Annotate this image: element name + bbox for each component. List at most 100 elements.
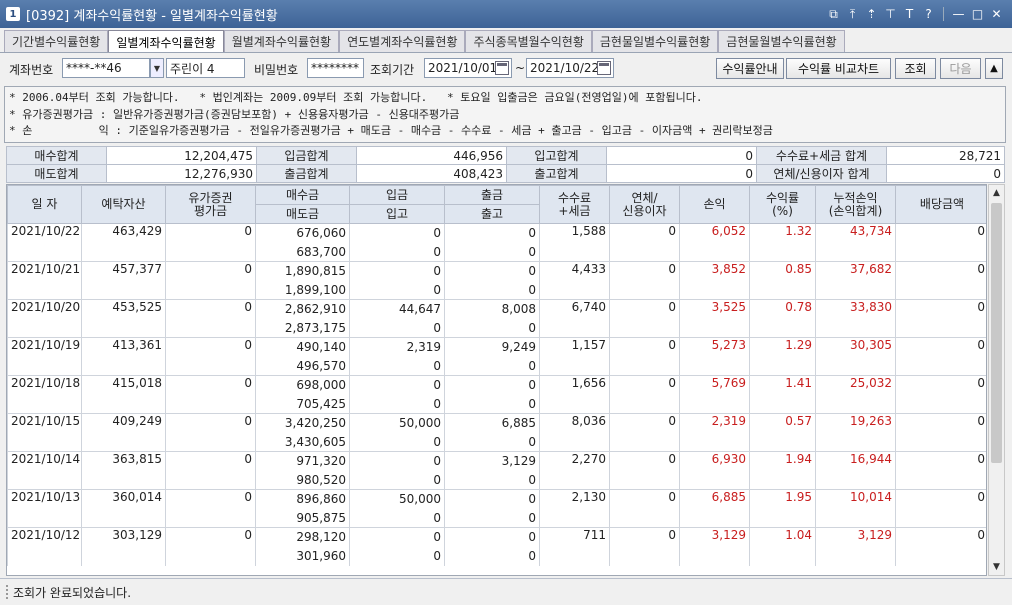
link-icon[interactable]: ⧉ xyxy=(826,5,841,22)
scroll-up-icon[interactable]: ▲ xyxy=(989,185,1004,201)
close-icon[interactable]: ✕ xyxy=(989,5,1004,22)
cell-deposit-asset: 453,525 xyxy=(81,299,166,338)
tab-daily-account-return[interactable]: 일별계좌수익률현황 xyxy=(108,30,224,53)
withdraw-total-label: 출금합계 xyxy=(256,164,357,183)
cell-withdraw: 0 xyxy=(444,261,540,281)
table-row[interactable]: 2021/10/18 415,018 0 698,000 0 0 1,656 0 5,769 1.… xyxy=(7,375,986,414)
cell-withdraw: 0 xyxy=(444,375,540,395)
table-row[interactable]: 2021/10/19 413,361 0 490,140 2,319 9,249 1,157… xyxy=(7,337,986,376)
header-withdraw[interactable]: 출금 xyxy=(444,185,540,205)
cell-return-rate: 0.85 xyxy=(749,261,816,300)
cell-withdraw: 3,129 xyxy=(444,451,540,471)
header-return-rate[interactable]: 수익률 (%) xyxy=(749,185,816,224)
table-row[interactable]: 2021/10/12 303,129 0 298,120 0 0 711 0 3,129 1.04… xyxy=(7,527,986,566)
header-stock-in[interactable]: 입고 xyxy=(349,204,445,224)
next-button[interactable]: 다음 xyxy=(940,58,981,79)
pin-icon[interactable]: ⤒ xyxy=(845,5,860,22)
table-row[interactable]: 2021/10/21 457,377 0 1,890,815 0 0 4,433 0 3,852… xyxy=(7,261,986,300)
help-button[interactable]: ? xyxy=(921,5,936,22)
cell-date: 2021/10/19 xyxy=(7,337,82,376)
cell-dividend: 0 xyxy=(895,413,986,452)
thumbtack-icon[interactable]: ⊤ xyxy=(883,5,898,22)
cell-sell: 3,430,605 xyxy=(255,432,350,452)
cell-fee-tax: 8,036 xyxy=(539,413,610,452)
date-from-field[interactable]: 2021/10/01 xyxy=(424,58,512,78)
cell-cum-pnl: 33,830 xyxy=(815,299,896,338)
cell-fee-tax: 2,130 xyxy=(539,489,610,528)
cell-dividend: 0 xyxy=(895,451,986,490)
cell-buy: 1,890,815 xyxy=(255,261,350,281)
cell-withdraw: 6,885 xyxy=(444,413,540,433)
tab-yearly-account-return[interactable]: 연도별계좌수익률현황 xyxy=(339,30,466,52)
return-guide-button[interactable]: 수익률안내 xyxy=(716,58,784,79)
header-fee-tax[interactable]: 수수료 +세금 xyxy=(539,185,610,224)
header-dividend[interactable]: 배당금액 xyxy=(895,185,986,224)
account-dropdown-button[interactable]: ▼ xyxy=(150,58,164,78)
calendar-icon[interactable] xyxy=(495,61,509,75)
header-securities-eval[interactable]: 유가증권 평가금 xyxy=(165,185,256,224)
table-row[interactable]: 2021/10/13 360,014 0 896,860 50,000 0 2,130 0 6,… xyxy=(7,489,986,528)
cell-buy: 3,420,250 xyxy=(255,413,350,433)
grid-vertical-scrollbar[interactable]: ▲ ▼ xyxy=(988,184,1005,576)
header-pnl[interactable]: 손익 xyxy=(679,185,750,224)
status-bar: 조회가 완료되었습니다. xyxy=(0,578,1012,605)
cell-stock-in: 0 xyxy=(349,280,445,300)
table-row[interactable]: 2021/10/22 463,429 0 676,060 0 0 1,588 0 6,052 1.… xyxy=(7,223,986,262)
collapse-up-button[interactable]: ▲ xyxy=(985,58,1003,79)
cell-deposit: 50,000 xyxy=(349,489,445,509)
header-buy[interactable]: 매수금 xyxy=(255,185,350,205)
header-date[interactable]: 일 자 xyxy=(7,185,82,224)
cell-fee-tax: 2,270 xyxy=(539,451,610,490)
table-row[interactable]: 2021/10/14 363,815 0 971,320 0 3,129 2,270 0 6,9… xyxy=(7,451,986,490)
return-compare-chart-button[interactable]: 수익률 비교차트 xyxy=(786,58,891,79)
upload-icon[interactable]: ⇡ xyxy=(864,5,879,22)
cell-buy: 971,320 xyxy=(255,451,350,471)
calendar-icon[interactable] xyxy=(597,61,611,75)
header-interest[interactable]: 연체/ 신용이자 xyxy=(609,185,680,224)
notice-panel: * 2006.04부터 조회 가능합니다. * 법인계좌는 2009.09부터 … xyxy=(4,86,1006,143)
account-number-field[interactable]: ****-**46 xyxy=(62,58,150,78)
header-sell[interactable]: 매도금 xyxy=(255,204,350,224)
cell-cum-pnl: 3,129 xyxy=(815,527,896,566)
password-field[interactable]: ******** xyxy=(307,58,364,78)
tab-gold-monthly-return[interactable]: 금현물월별수익률현황 xyxy=(718,30,845,52)
grid-body: 2021/10/22 463,429 0 676,060 0 0 1,588 0 6,052 1.… xyxy=(7,223,986,566)
cell-sell: 980,520 xyxy=(255,470,350,490)
query-button[interactable]: 조회 xyxy=(895,58,936,79)
cell-date: 2021/10/18 xyxy=(7,375,82,414)
cell-buy: 490,140 xyxy=(255,337,350,357)
cell-securities-eval: 0 xyxy=(165,375,256,414)
cell-stock-in: 0 xyxy=(349,356,445,376)
header-cum-pnl[interactable]: 누적손익 (손익합계) xyxy=(815,185,896,224)
cell-securities-eval: 0 xyxy=(165,413,256,452)
cell-stock-out: 0 xyxy=(444,242,540,262)
deposit-total-value: 446,956 xyxy=(356,146,507,165)
cell-deposit-asset: 303,129 xyxy=(81,527,166,566)
scroll-thumb[interactable] xyxy=(991,203,1002,463)
notice-line-3: * 손 익 : 기준일유가증권평가금 - 전일유가증권평가금 + 매도금 - 매… xyxy=(9,124,773,137)
cell-dividend: 0 xyxy=(895,299,986,338)
table-row[interactable]: 2021/10/15 409,249 0 3,420,250 50,000 6,885 8,… xyxy=(7,413,986,452)
minimize-icon[interactable]: — xyxy=(951,5,966,22)
header-deposit[interactable]: 입금 xyxy=(349,185,445,205)
cell-stock-out: 0 xyxy=(444,280,540,300)
cell-stock-out: 0 xyxy=(444,432,540,452)
date-to-field[interactable]: 2021/10/22 xyxy=(526,58,614,78)
tab-monthly-account-return[interactable]: 월별계좌수익률현황 xyxy=(223,30,340,52)
table-row[interactable]: 2021/10/20 453,525 0 2,862,910 44,647 8,008 6,… xyxy=(7,299,986,338)
daily-return-grid[interactable]: 일 자 예탁자산 유가증권 평가금 매수금 입금 출금 수수료 +세금 연체/ … xyxy=(6,184,987,576)
font-size-button[interactable]: T xyxy=(902,5,917,22)
header-stock-out[interactable]: 출고 xyxy=(444,204,540,224)
search-bar: 계좌번호 ****-**46 ▼ 주린이 4 비밀번호 ******** 조회기… xyxy=(0,55,1012,83)
tab-stock-monthly-return[interactable]: 주식종목별월수익현황 xyxy=(465,30,592,52)
cell-withdraw: 8,008 xyxy=(444,299,540,319)
scroll-down-icon[interactable]: ▼ xyxy=(989,559,1004,575)
summary-table: 매수합계 12,204,475 입금합계 446,956 입고합계 0 수수료+… xyxy=(6,146,1005,183)
cell-deposit: 50,000 xyxy=(349,413,445,433)
tab-gold-daily-return[interactable]: 금현물일별수익률현황 xyxy=(591,30,719,52)
tab-period-return[interactable]: 기간별수익률현황 xyxy=(4,30,109,52)
cell-dividend: 0 xyxy=(895,375,986,414)
account-name-field: 주린이 4 xyxy=(166,58,245,78)
maximize-icon[interactable]: □ xyxy=(970,5,985,22)
header-deposit-asset[interactable]: 예탁자산 xyxy=(81,185,166,224)
